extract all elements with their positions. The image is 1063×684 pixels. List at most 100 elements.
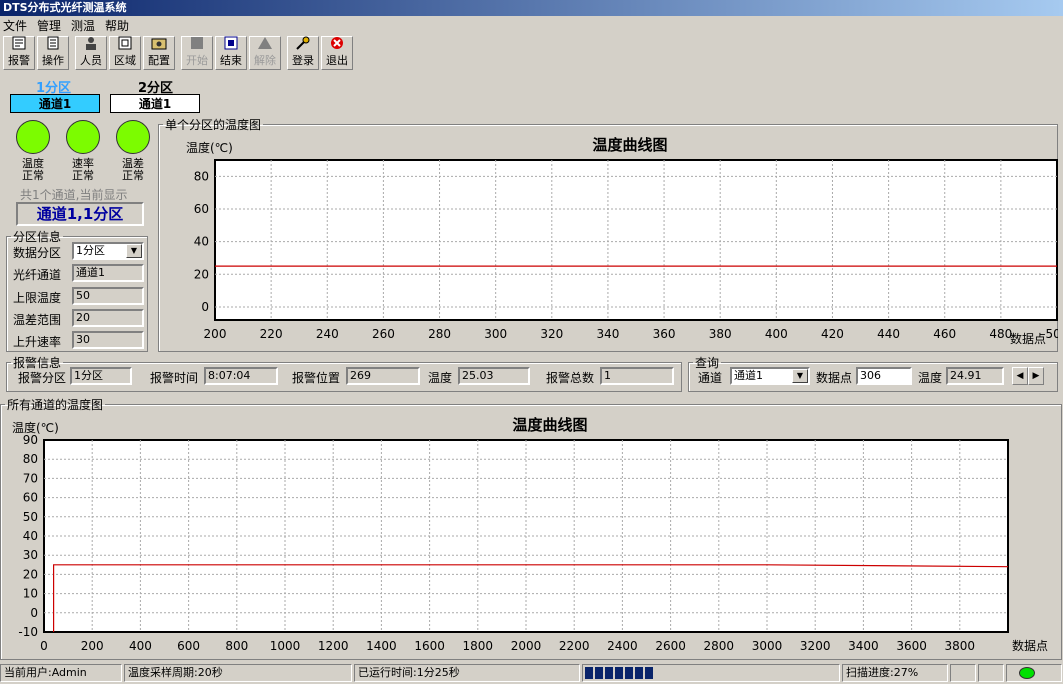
- channel-tab-2[interactable]: 通道1: [110, 94, 200, 113]
- x-tick-label: 2200: [559, 639, 590, 653]
- x-tick-label: 400: [129, 639, 152, 653]
- query-point-input[interactable]: 306: [856, 367, 912, 385]
- alarm-button[interactable]: 报警: [3, 36, 35, 70]
- y-tick-label: 50: [23, 510, 38, 524]
- progress-block: [585, 667, 593, 679]
- scan-progress-fill: [585, 667, 837, 679]
- stop-icon: [223, 36, 239, 50]
- diff-status-led: [116, 120, 150, 154]
- menu-manage[interactable]: 管理: [37, 17, 61, 34]
- data-zone-select[interactable]: 1分区 ▼: [72, 242, 144, 260]
- operation-button[interactable]: 操作: [37, 36, 69, 70]
- chevron-right-icon: ▶: [1032, 370, 1040, 381]
- exit-icon: [329, 36, 345, 50]
- alarm-button-label: 报警: [8, 54, 30, 67]
- chart-title: 温度曲线图: [512, 416, 587, 434]
- x-tick-label: 320: [540, 327, 563, 341]
- alarm-temp-field[interactable]: 25.03: [458, 367, 530, 385]
- start-button[interactable]: 开始: [181, 36, 213, 70]
- x-tick-label: 480: [989, 327, 1012, 341]
- x-tick-label: 600: [177, 639, 200, 653]
- temperature-status-led: [16, 120, 50, 154]
- alarm-zone-field[interactable]: 1分区: [70, 367, 132, 385]
- y-tick-label: 30: [23, 548, 38, 562]
- fiber-channel-field[interactable]: 通道1: [72, 264, 144, 282]
- status-cell-empty-1: [950, 664, 976, 682]
- chevron-down-icon[interactable]: ▼: [792, 369, 808, 383]
- x-tick-label: 1200: [318, 639, 349, 653]
- y-tick-label: 60: [194, 202, 209, 216]
- x-tick-label: 2400: [607, 639, 638, 653]
- y-axis-label: 温度(℃): [186, 140, 233, 155]
- rate-status-label: 速率 正常: [72, 157, 94, 182]
- x-tick-label: 3000: [752, 639, 783, 653]
- status-cell-empty-2: [978, 664, 1004, 682]
- progress-block: [625, 667, 633, 679]
- region-button[interactable]: 区域: [109, 36, 141, 70]
- zone-info-legend: 分区信息: [13, 230, 62, 244]
- user-button-label: 人员: [80, 54, 102, 67]
- query-temp-field[interactable]: 24.91: [946, 367, 1004, 385]
- menu-file[interactable]: 文件: [3, 17, 27, 34]
- x-tick-label: 220: [260, 327, 283, 341]
- config-icon: [151, 36, 167, 50]
- query-channel-select[interactable]: 通道1 ▼: [730, 367, 810, 385]
- menu-help[interactable]: 帮助: [105, 17, 129, 34]
- alarm-icon: [11, 36, 27, 50]
- rate-status-led: [66, 120, 100, 154]
- status-scan: 扫描进度:27%: [842, 664, 948, 682]
- release-button-label: 解除: [254, 54, 276, 67]
- alarm-time-field[interactable]: 8:07:04: [204, 367, 278, 385]
- x-tick-label: 420: [821, 327, 844, 341]
- prev-point-button[interactable]: ◀: [1012, 367, 1028, 385]
- y-tick-label: 80: [194, 169, 209, 183]
- x-tick-label: 3600: [896, 639, 927, 653]
- x-tick-label: 3800: [945, 639, 976, 653]
- plot-area: [214, 159, 1058, 321]
- key-icon: [295, 36, 311, 50]
- chevron-down-icon[interactable]: ▼: [126, 244, 142, 258]
- release-icon: [257, 36, 273, 50]
- progress-block: [615, 667, 623, 679]
- operation-icon: [45, 36, 61, 50]
- release-button[interactable]: 解除: [249, 36, 281, 70]
- y-tick-label: -10: [18, 625, 38, 639]
- temp-diff-field[interactable]: 20: [72, 309, 144, 327]
- connection-status-led: [1019, 667, 1035, 679]
- x-tick-label: 1600: [414, 639, 445, 653]
- data-zone-select-value: 1分区: [76, 244, 105, 257]
- query-temp-label: 温度: [918, 371, 943, 385]
- y-tick-label: 90: [23, 433, 38, 447]
- channel-display: 通道1,1分区: [16, 202, 144, 226]
- rise-rate-label: 上升速率: [13, 335, 62, 349]
- stop-button[interactable]: 结束: [215, 36, 247, 70]
- x-tick-label: 400: [765, 327, 788, 341]
- exit-button-label: 退出: [326, 54, 348, 67]
- upper-temp-field[interactable]: 50: [72, 287, 144, 305]
- x-axis-label: 数据点: [1010, 331, 1046, 346]
- y-tick-label: 0: [30, 606, 38, 620]
- x-tick-label: 200: [81, 639, 104, 653]
- y-tick-label: 40: [23, 529, 38, 543]
- alarm-count-field[interactable]: 1: [600, 367, 674, 385]
- alarm-position-field[interactable]: 269: [346, 367, 420, 385]
- y-tick-label: 0: [201, 300, 209, 314]
- window-title: DTS分布式光纤测温系统: [0, 0, 1063, 16]
- channel-tab-1[interactable]: 通道1: [10, 94, 100, 113]
- user-button[interactable]: 人员: [75, 36, 107, 70]
- login-button[interactable]: 登录: [287, 36, 319, 70]
- menu-measure[interactable]: 测温: [71, 17, 95, 34]
- next-point-button[interactable]: ▶: [1028, 367, 1044, 385]
- chart-title: 温度曲线图: [592, 136, 667, 154]
- config-button[interactable]: 配置: [143, 36, 175, 70]
- x-axis-label: 数据点: [1012, 638, 1048, 653]
- diff-status-label: 温差 正常: [122, 157, 144, 182]
- region-button-label: 区域: [114, 54, 136, 67]
- x-tick-label: 440: [877, 327, 900, 341]
- exit-button[interactable]: 退出: [321, 36, 353, 70]
- rise-rate-field[interactable]: 30: [72, 331, 144, 349]
- y-tick-label: 70: [23, 471, 38, 485]
- x-tick-label: 260: [372, 327, 395, 341]
- all-channels-temperature-chart: 温度曲线图温度(℃)数据点0 200 400 600 800 1000 1200 1400 16…: [12, 416, 1048, 653]
- login-button-label: 登录: [292, 54, 314, 67]
